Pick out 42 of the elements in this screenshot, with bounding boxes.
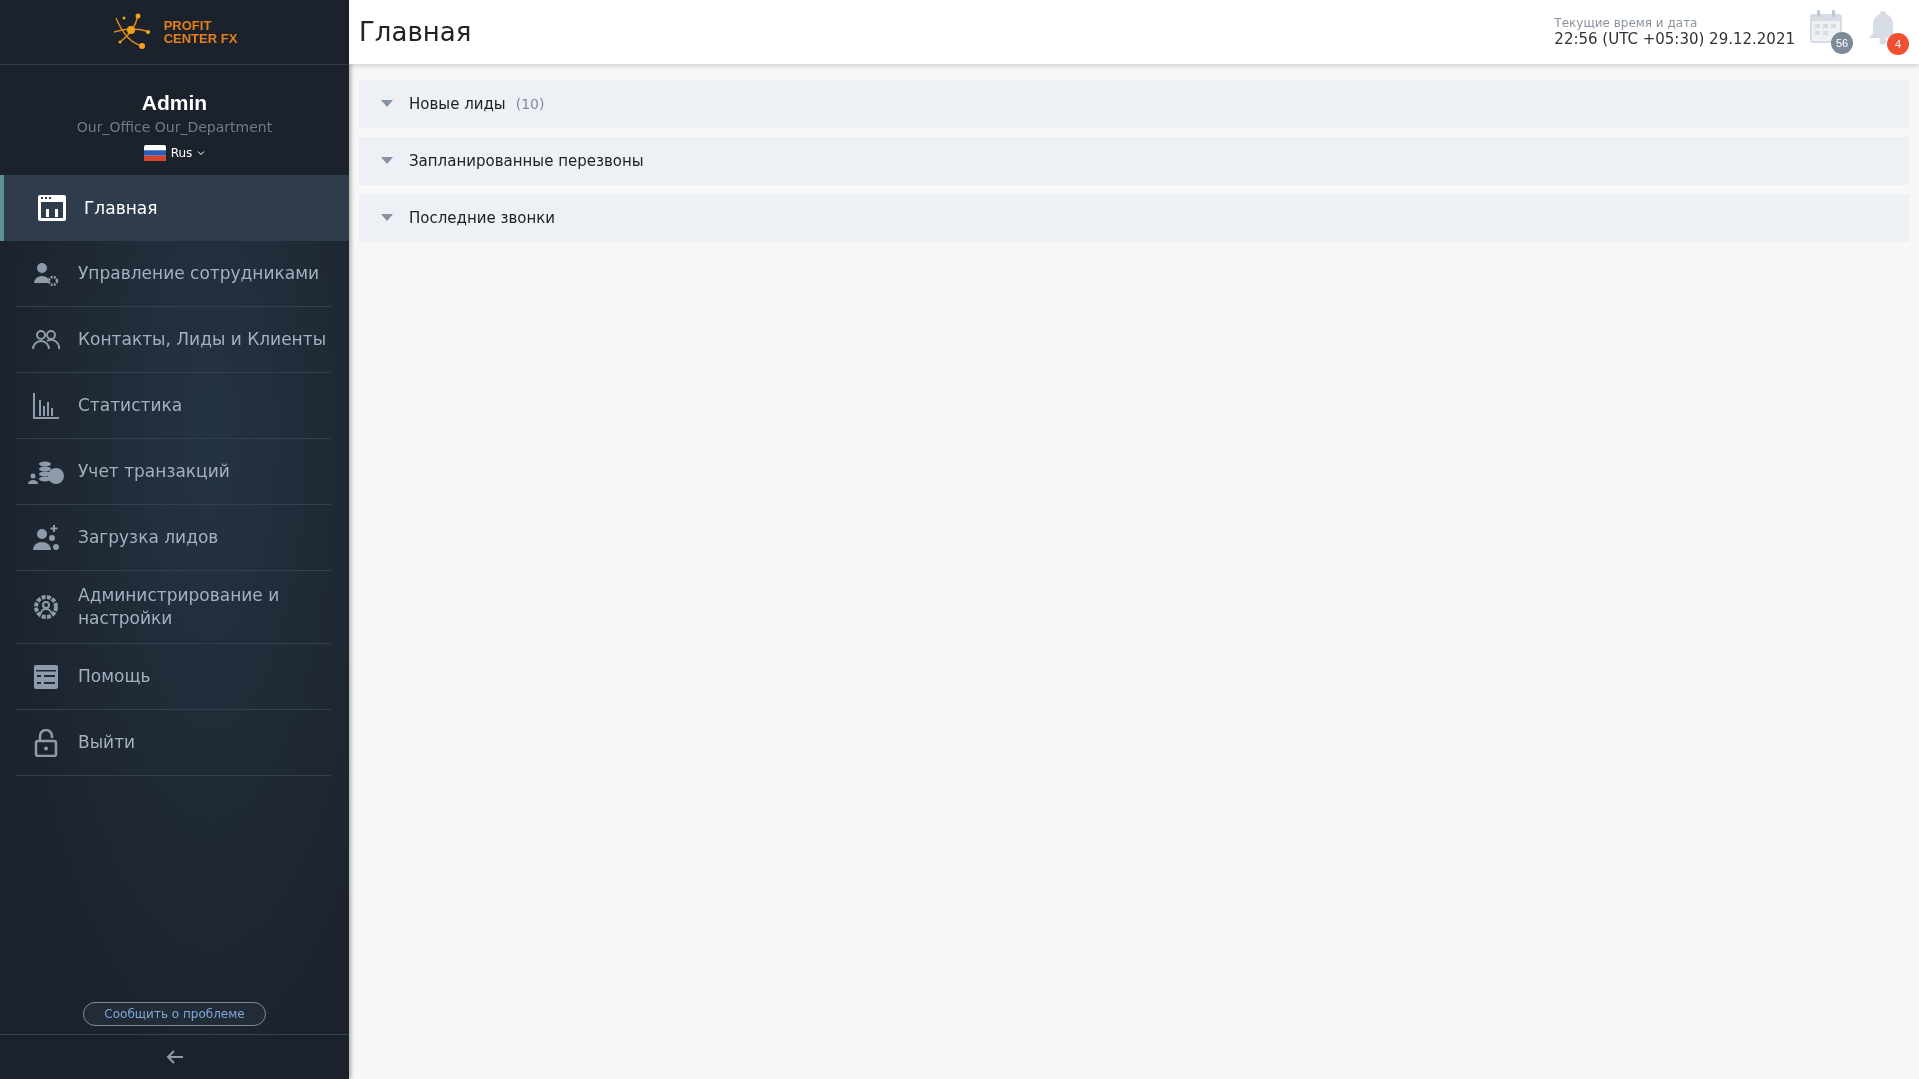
flag-icon (143, 145, 166, 161)
arrow-left-icon (165, 1050, 184, 1064)
user-name: Admin (141, 91, 208, 115)
users-icon (32, 328, 60, 351)
checklist-icon (33, 663, 59, 690)
notifications-button[interactable]: 4 (1867, 9, 1909, 55)
notifications-badge: 4 (1887, 33, 1909, 55)
user-gear-icon (32, 260, 60, 287)
nav-item[interactable]: Загрузка лидов (16, 505, 331, 571)
nav-item[interactable]: Контакты, Лиды и Клиенты (16, 307, 331, 373)
users-plus-icon (32, 524, 60, 551)
section-header[interactable]: Новые лиды (10) (359, 80, 1909, 128)
nav-item[interactable]: Управление сотрудниками (16, 241, 331, 307)
calendar-button[interactable]: 56 (1809, 10, 1853, 54)
nav-item[interactable]: Учет транзакций (16, 439, 331, 505)
bar-chart-icon (32, 391, 60, 420)
datetime-label: Текущие время и дата (1554, 16, 1699, 30)
section-title: Запланированные перезвоны (409, 152, 644, 170)
nav-item[interactable]: Выйти (16, 710, 331, 776)
report-problem-button[interactable]: Сообщить о проблеме (83, 1002, 266, 1026)
language-selector[interactable]: Rus (143, 145, 206, 161)
calendar-icon (37, 194, 67, 222)
caret-icon (381, 100, 393, 108)
section-title: Новые лиды (409, 95, 506, 113)
user-office: Our_Office Our_Department (76, 119, 273, 135)
unlocked-padlock-icon (34, 728, 58, 757)
nav-item[interactable]: Администрирование и настройки (16, 571, 331, 644)
chevron-down-icon (197, 150, 206, 156)
section-count: (10) (515, 96, 545, 112)
settings-icon (33, 594, 59, 620)
caret-icon (381, 214, 393, 222)
section-header[interactable]: Последние звонки (359, 194, 1909, 242)
page-title: Главная (359, 17, 472, 47)
datetime-value: 22:56 (UTC +05:30) 29.12.2021 (1554, 30, 1795, 48)
section-header[interactable]: Запланированные перезвоны (359, 137, 1909, 185)
nav-item[interactable]: Помощь (16, 644, 331, 710)
calendar-badge: 56 (1831, 32, 1853, 54)
logo-text: PROFIT CENTER FX (163, 19, 238, 45)
section-title: Последние звонки (409, 209, 556, 227)
caret-icon (381, 157, 393, 165)
nav-item[interactable]: Главная (0, 175, 349, 241)
nav-item[interactable]: Статистика (16, 373, 331, 439)
